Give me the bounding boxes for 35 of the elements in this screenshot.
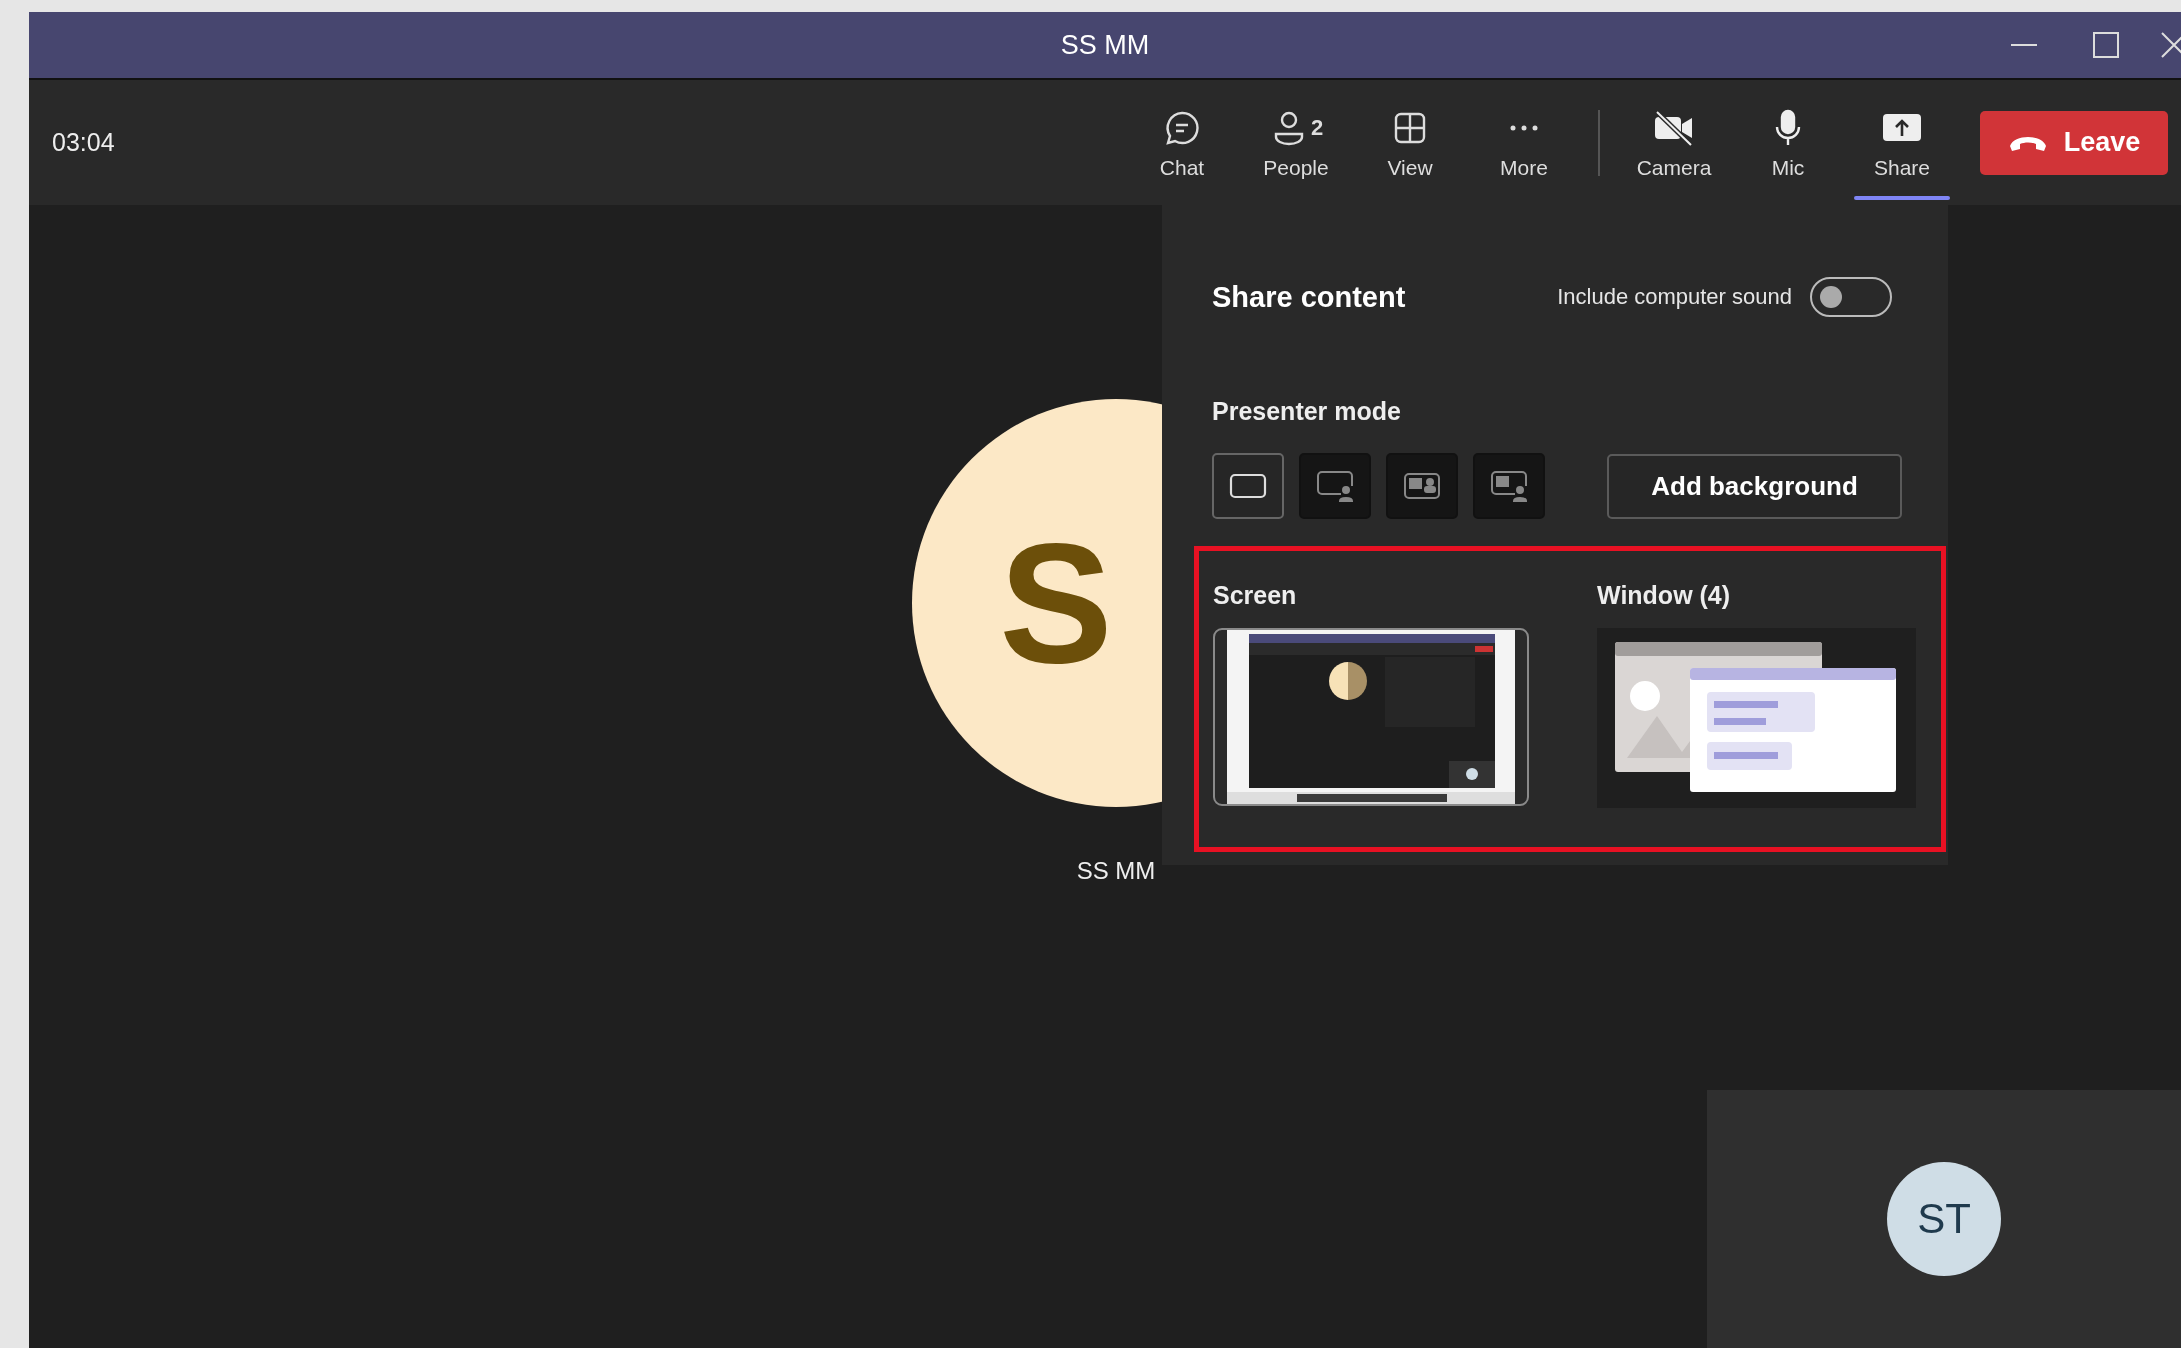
meeting-timer: 03:04 [52, 128, 116, 157]
presenter-mode-button[interactable] [1473, 453, 1545, 519]
source-label: Window (4) [1597, 581, 1732, 610]
screen-option[interactable] [1213, 628, 1529, 806]
window-option[interactable] [1597, 628, 1916, 808]
more-button[interactable]: More [1467, 80, 1581, 205]
close-icon[interactable] [2161, 32, 2181, 58]
self-avatar: ST [1887, 1162, 2001, 1276]
section-title: Presenter mode [1211, 396, 1402, 426]
chat-button[interactable]: Chat [1125, 80, 1239, 205]
window-title: SS MM [1060, 29, 1150, 61]
presenter-mode-button[interactable] [1212, 453, 1284, 519]
sound-toggle[interactable] [1810, 277, 1892, 317]
view-button[interactable]: View [1353, 80, 1467, 205]
participant-count: 2 [1310, 114, 1324, 141]
people-button[interactable]: 2 People [1239, 80, 1353, 205]
avatar-initials: S [999, 507, 1113, 700]
share-button[interactable]: Share [1845, 80, 1959, 205]
content-only-icon [1228, 471, 1268, 501]
add-background-button[interactable]: Add background [1607, 453, 1902, 519]
presenter-mode-button[interactable] [1299, 453, 1371, 519]
maximize-icon[interactable] [2093, 32, 2119, 58]
camera-off-button[interactable]: Camera [1617, 80, 1731, 205]
minimize-icon[interactable] [2011, 43, 2037, 47]
sound-label: Include computer sound [1557, 284, 1792, 310]
leave-button[interactable]: Leave [1980, 110, 2168, 175]
standout-icon [1315, 469, 1355, 503]
mic-button[interactable]: Mic [1731, 80, 1845, 205]
more-icon [1510, 124, 1538, 131]
side-by-side-icon [1402, 471, 1442, 501]
presenter-mode-button[interactable] [1386, 453, 1458, 519]
participant-name: SS MM [1076, 857, 1156, 885]
panel-title: Share content [1212, 280, 1407, 314]
source-label: Screen [1213, 581, 1298, 610]
reporter-icon [1489, 469, 1529, 503]
